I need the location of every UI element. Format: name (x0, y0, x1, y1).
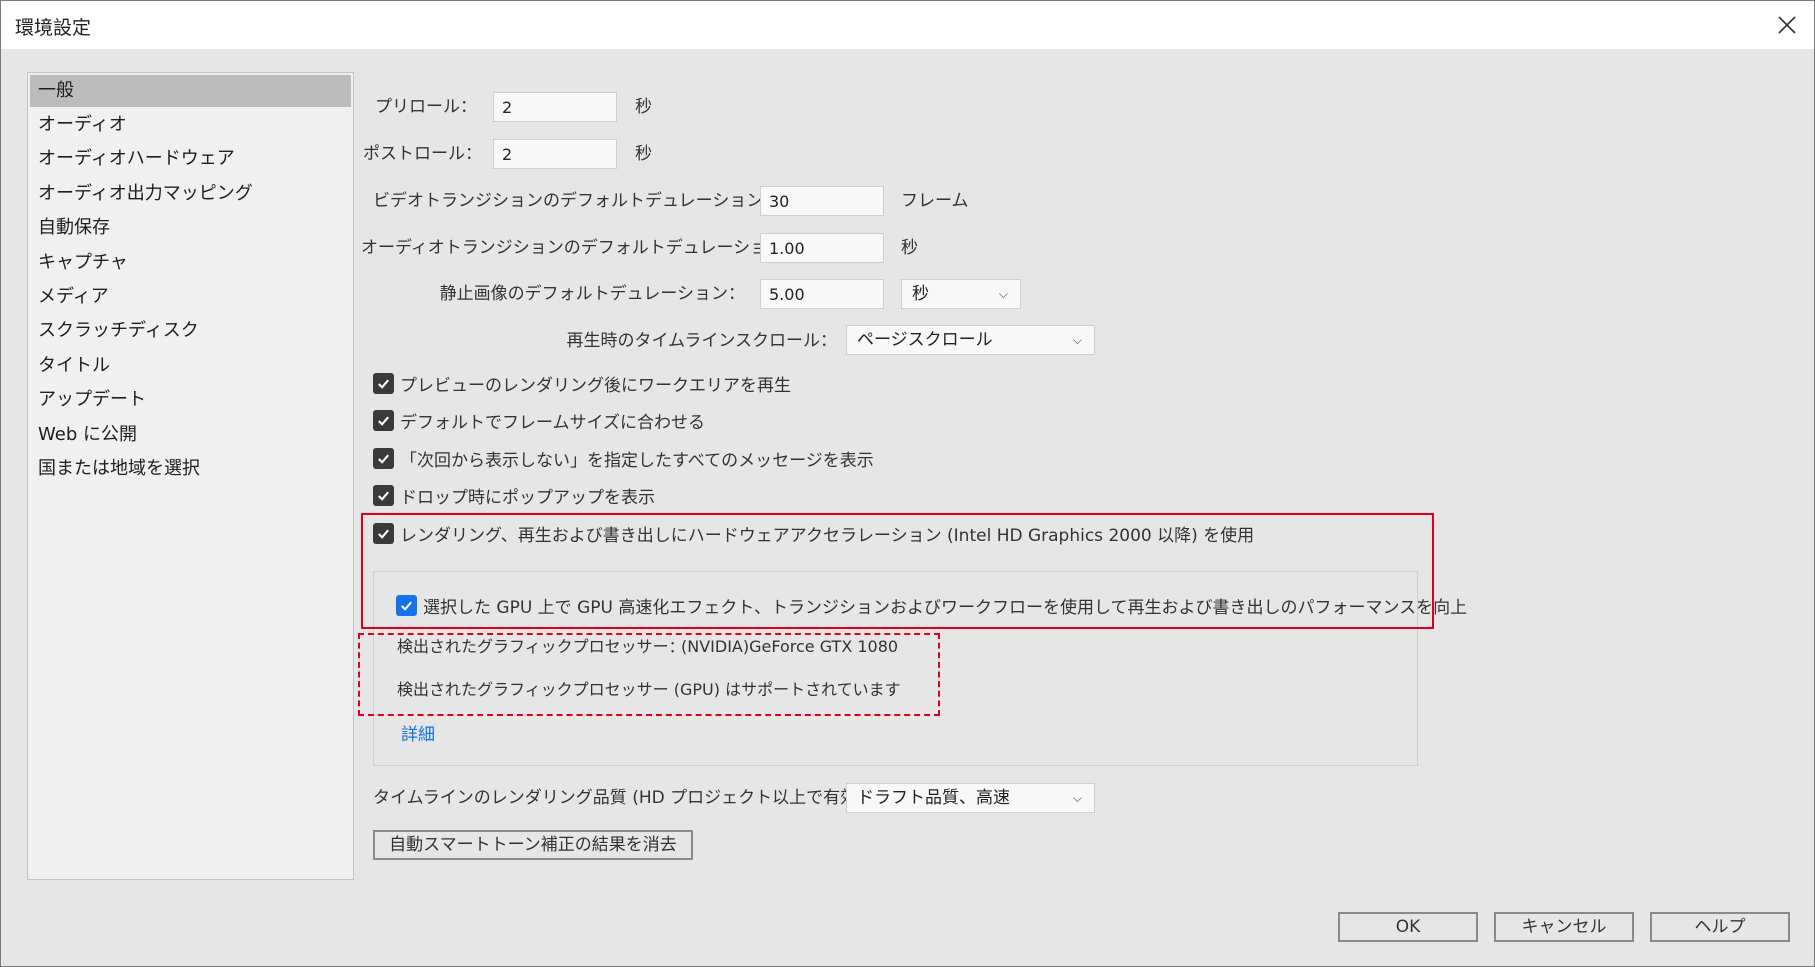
close-icon (1778, 16, 1796, 34)
checkbox-show-all-messages[interactable]: 「次回から表示しない」を指定したすべてのメッセージを表示 (373, 445, 874, 471)
title-bar: 環境設定 (1, 1, 1814, 49)
still-image-input[interactable] (760, 279, 884, 309)
audio-transition-input[interactable] (760, 233, 884, 263)
checkbox-checked-icon (373, 372, 394, 394)
preroll-unit: 秒 (635, 97, 652, 117)
still-image-unit-select[interactable]: 秒 ⌵ (901, 279, 1021, 309)
close-button[interactable] (1760, 1, 1814, 49)
checkbox-fit-frame-size[interactable]: デフォルトでフレームサイズに合わせる (373, 407, 705, 433)
still-image-unit-value: 秒 (912, 284, 929, 304)
preroll-input[interactable] (493, 92, 617, 122)
sidebar-item-country-region[interactable]: 国または地域を選択 (30, 453, 351, 485)
timeline-scroll-value: ページスクロール (857, 330, 993, 350)
timeline-scroll-select[interactable]: ページスクロール ⌵ (846, 325, 1095, 355)
postroll-label: ポストロール： (363, 144, 482, 164)
help-button[interactable]: ヘルプ (1650, 912, 1790, 942)
chevron-down-icon: ⌵ (998, 287, 1008, 301)
audio-transition-unit: 秒 (901, 238, 918, 258)
still-image-label: 静止画像のデフォルトデュレーション： (439, 284, 745, 304)
highlight-box-solid (361, 513, 1434, 629)
audio-transition-label: オーディオトランジションのデフォルトデュレーション： (361, 238, 802, 258)
sidebar-item-autosave[interactable]: 自動保存 (30, 212, 351, 244)
checkbox-label: プレビューのレンダリング後にワークエリアを再生 (400, 375, 791, 396)
highlight-box-dashed (358, 633, 940, 716)
video-transition-input[interactable] (760, 186, 884, 216)
sidebar-item-updates[interactable]: アップデート (30, 384, 351, 416)
postroll-unit: 秒 (635, 144, 652, 164)
clear-smart-tone-button[interactable]: 自動スマートトーン補正の結果を消去 (373, 830, 693, 860)
render-quality-value: ドラフト品質、高速 (857, 788, 1010, 808)
details-link[interactable]: 詳細 (401, 720, 435, 745)
checkbox-checked-icon (373, 484, 394, 506)
sidebar-item-scratch-disks[interactable]: スクラッチディスク (30, 315, 351, 347)
render-quality-label: タイムラインのレンダリング品質 (HD プロジェクト以上で有効)： (373, 788, 881, 808)
checkbox-checked-icon (373, 409, 394, 431)
render-quality-select[interactable]: ドラフト品質、高速 ⌵ (846, 783, 1095, 813)
chevron-down-icon: ⌵ (1072, 791, 1082, 805)
postroll-input[interactable] (493, 139, 617, 169)
checkbox-popup-on-drop[interactable]: ドロップ時にポップアップを表示 (373, 482, 655, 508)
sidebar-item-web-publish[interactable]: Web に公開 (30, 419, 351, 451)
sidebar-item-titles[interactable]: タイトル (30, 350, 351, 382)
sidebar-item-general[interactable]: 一般 (30, 75, 351, 107)
video-transition-unit: フレーム (901, 191, 969, 211)
chevron-down-icon: ⌵ (1072, 333, 1082, 347)
preferences-dialog: 環境設定 一般 オーディオ オーディオハードウェア オーディオ出力マッピング 自… (0, 0, 1815, 967)
sidebar-item-capture[interactable]: キャプチャ (30, 247, 351, 279)
checkbox-label: 「次回から表示しない」を指定したすべてのメッセージを表示 (400, 450, 874, 471)
sidebar-item-audio-hardware[interactable]: オーディオハードウェア (30, 143, 351, 175)
category-sidebar: 一般 オーディオ オーディオハードウェア オーディオ出力マッピング 自動保存 キ… (27, 72, 354, 880)
sidebar-item-audio-output-mapping[interactable]: オーディオ出力マッピング (30, 178, 351, 210)
checkbox-checked-icon (373, 447, 394, 469)
ok-button[interactable]: OK (1338, 912, 1478, 942)
video-transition-label: ビデオトランジションのデフォルトデュレーション： (373, 191, 781, 211)
checkbox-label: デフォルトでフレームサイズに合わせる (400, 412, 705, 433)
preroll-label: プリロール： (375, 97, 477, 117)
sidebar-item-audio[interactable]: オーディオ (30, 109, 351, 141)
sidebar-item-media[interactable]: メディア (30, 281, 351, 313)
checkbox-label: ドロップ時にポップアップを表示 (400, 487, 655, 508)
checkbox-play-workarea-after-render[interactable]: プレビューのレンダリング後にワークエリアを再生 (373, 370, 791, 396)
cancel-button[interactable]: キャンセル (1494, 912, 1634, 942)
timeline-scroll-label: 再生時のタイムラインスクロール： (566, 331, 837, 351)
window-title: 環境設定 (15, 17, 92, 39)
